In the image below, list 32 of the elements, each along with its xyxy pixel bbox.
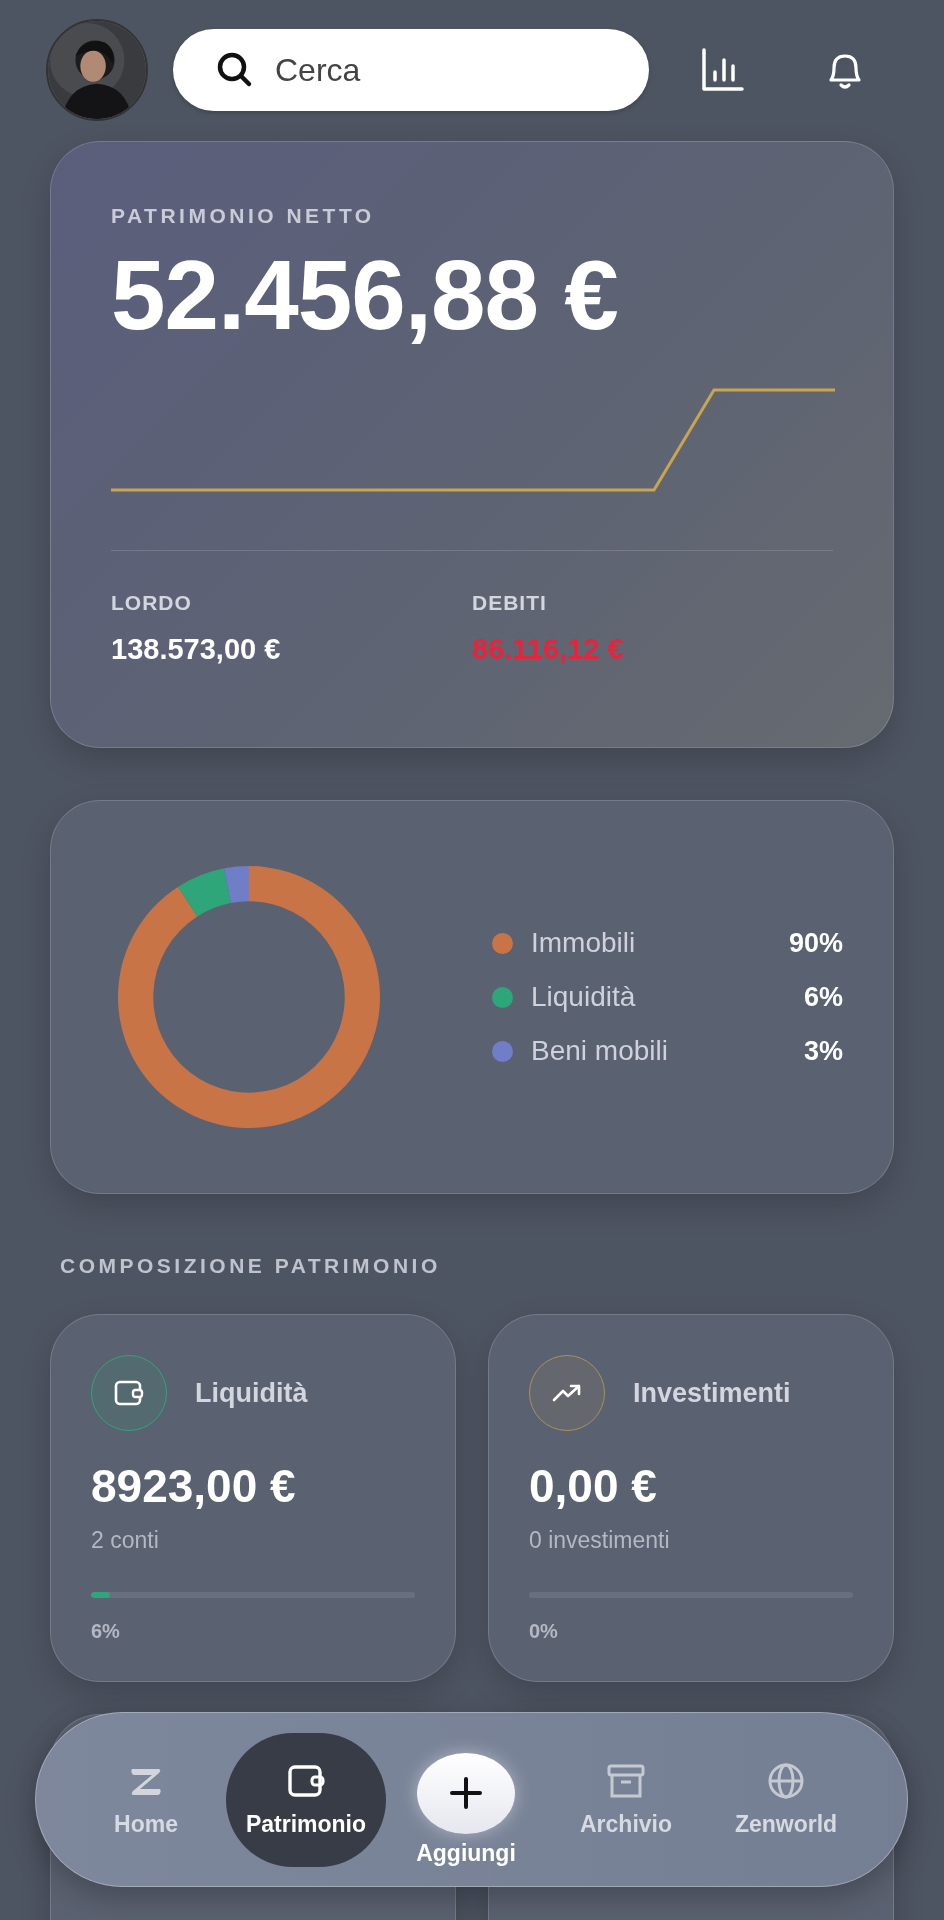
- asset-percent: 0%: [529, 1620, 559, 1643]
- asset-title: Liquidità: [195, 1377, 308, 1409]
- asset-card[interactable]: Investimenti 0,00 € 0 investimenti 0%: [488, 1314, 894, 1682]
- globe-icon: [766, 1761, 806, 1801]
- asset-title: Investimenti: [633, 1377, 791, 1409]
- net-worth-label: PATRIMONIO NETTO: [111, 204, 376, 228]
- legend-value: 3%: [803, 1035, 843, 1067]
- asset-card[interactable]: Liquidità 8923,00 € 2 conti 6%: [50, 1314, 456, 1682]
- search-field[interactable]: Cerca: [173, 29, 649, 111]
- nav-tab[interactable]: Aggiungi: [386, 1732, 546, 1867]
- gross-value: 138.573,00 €: [111, 632, 282, 666]
- section-title: COMPOSIZIONE PATRIMONIO: [60, 1254, 442, 1278]
- add-button[interactable]: [417, 1752, 515, 1834]
- asset-subtitle: 2 conti: [91, 1527, 160, 1554]
- legend-label: Liquidità: [531, 981, 637, 1013]
- nav-tab[interactable]: Archivio: [546, 1732, 706, 1867]
- bar-chart-icon[interactable]: [701, 48, 745, 92]
- asset-subtitle: 0 investimenti: [529, 1527, 671, 1554]
- debts-label: DEBITI: [472, 590, 548, 615]
- legend-value: 90%: [788, 927, 843, 959]
- legend-value: 6%: [803, 981, 843, 1013]
- asset-amount: 0,00 €: [529, 1459, 658, 1513]
- legend-label: Beni mobili: [531, 1035, 669, 1067]
- asset-percent: 6%: [91, 1620, 121, 1643]
- legend-label: Immobili: [531, 927, 637, 959]
- debts-value: 86.116,12 €: [472, 632, 625, 666]
- asset-amount: 8923,00 €: [91, 1459, 297, 1513]
- nav-tab[interactable]: Zenworld: [706, 1732, 866, 1867]
- net-worth-amount: 52.456,88 €: [111, 242, 619, 350]
- gross-label: LORDO: [111, 590, 193, 615]
- nav-tab[interactable]: Patrimonio: [226, 1732, 386, 1867]
- nav-tab[interactable]: Home: [66, 1732, 226, 1867]
